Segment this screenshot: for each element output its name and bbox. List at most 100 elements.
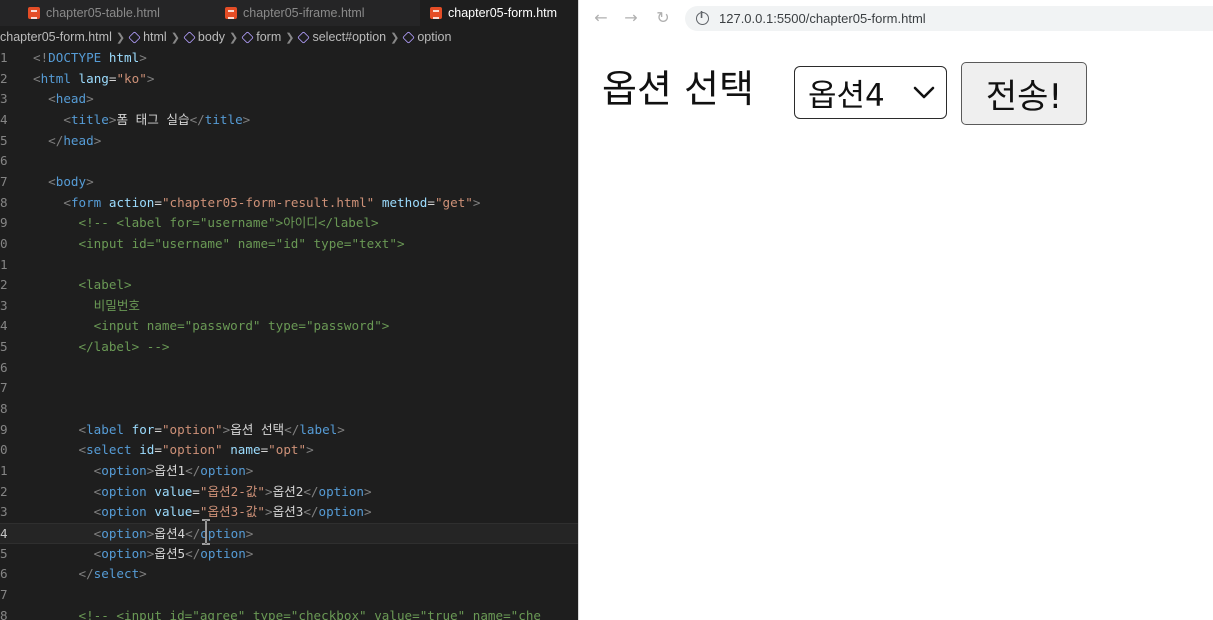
code-line[interactable]: 8 <form action="chapter05-form-result.ht… xyxy=(0,193,578,214)
code-line[interactable]: 7 xyxy=(0,378,578,399)
code-line[interactable]: 6 xyxy=(0,358,578,379)
code-line[interactable]: 1 <option>옵션1</option> xyxy=(0,461,578,482)
code-line[interactable]: 6 xyxy=(0,151,578,172)
chevron-right-icon: ❯ xyxy=(229,31,239,44)
code-text: <!-- <label for="username">아이디</label> xyxy=(33,213,379,234)
code-line[interactable]: 2 <label> xyxy=(0,275,578,296)
tab-chapter05-form[interactable]: chapter05-form.htm xyxy=(420,0,578,26)
code-text: <head> xyxy=(33,89,94,110)
code-token: form xyxy=(70,194,102,210)
breadcrumb-option[interactable]: option xyxy=(402,30,451,44)
forward-arrow-icon[interactable]: → xyxy=(621,8,641,28)
back-arrow-icon[interactable]: ← xyxy=(591,8,611,28)
code-token: action xyxy=(108,194,155,210)
code-line[interactable]: 1 <!DOCTYPE html> xyxy=(0,48,578,69)
code-line[interactable]: 3 <head> xyxy=(0,89,578,110)
code-line[interactable]: 3 <option value="옵션3-값">옵션3</option> xyxy=(0,502,578,523)
line-number: 2 xyxy=(0,277,8,293)
breadcrumb-form[interactable]: form xyxy=(241,30,281,44)
code-token: body xyxy=(55,173,87,189)
chevron-down-icon xyxy=(913,86,935,99)
code-token: 옵션 선택 xyxy=(230,421,285,437)
tab-label: chapter05-iframe.html xyxy=(243,6,365,20)
code-token: "ko" xyxy=(116,70,147,86)
line-number: 6 xyxy=(0,153,8,169)
option-label[interactable]: 옵션 선택 xyxy=(602,61,754,117)
html-file-icon xyxy=(225,7,237,19)
code-line[interactable]: 9 <!-- <label for="username">아이디</label> xyxy=(0,213,578,234)
element-icon xyxy=(128,30,141,44)
site-info-icon[interactable] xyxy=(696,11,709,25)
address-bar[interactable]: 127.0.0.1:5500/chapter05-form.html xyxy=(685,6,1213,31)
code-token: label xyxy=(86,421,125,437)
code-line[interactable]: 2 <option value="옵션2-값">옵션2</option> xyxy=(0,482,578,503)
code-token: < xyxy=(63,111,71,127)
code-token: for xyxy=(131,421,155,437)
line-number: 0 xyxy=(0,442,8,458)
code-token: "옵션2-값" xyxy=(199,483,265,499)
code-token: "option" xyxy=(161,442,223,458)
code-line[interactable]: 1 xyxy=(0,255,578,276)
code-token: option xyxy=(101,504,147,520)
code-token: = xyxy=(427,194,435,210)
reload-icon[interactable]: ↻ xyxy=(653,8,673,28)
code-line[interactable]: 5 <option>옵션5</option> xyxy=(0,544,578,565)
code-line[interactable]: 6 </select> xyxy=(0,564,578,585)
code-line[interactable]: 8 xyxy=(0,399,578,420)
breadcrumb-file[interactable]: chapter05-form.html xyxy=(0,30,112,44)
code-line[interactable]: 7 xyxy=(0,585,578,606)
line-number: 9 xyxy=(0,421,8,437)
code-token: = xyxy=(154,194,162,210)
code-token: method xyxy=(381,194,428,210)
code-area[interactable]: 1 <!DOCTYPE html> 2 <html lang="ko"> 3 <head… xyxy=(0,48,578,620)
breadcrumb-body[interactable]: body xyxy=(183,30,225,44)
code-token: 옵션5 xyxy=(154,545,186,561)
code-token: select xyxy=(86,442,132,458)
code-line[interactable]: 4 <input name="password" type="password"… xyxy=(0,316,578,337)
code-editor[interactable]: chapter05-table.html chapter05-iframe.ht… xyxy=(0,0,578,620)
code-token: < xyxy=(78,442,87,458)
line-number: 5 xyxy=(0,545,8,561)
code-token: < xyxy=(63,194,71,210)
code-line[interactable]: 0 <select id="option" name="opt"> xyxy=(0,440,578,461)
code-token: > xyxy=(364,504,372,520)
code-token: > xyxy=(86,91,94,107)
breadcrumb-html[interactable]: html xyxy=(128,30,167,44)
browser-toolbar: ← → ↻ 127.0.0.1:5500/chapter05-form.html xyxy=(579,0,1213,36)
code-token: "opt" xyxy=(268,442,307,458)
code-token: </ xyxy=(189,111,205,127)
line-number: 2 xyxy=(0,483,8,499)
code-line[interactable]: 4 <title>폼 태그 실습</title> xyxy=(0,110,578,131)
line-number: 7 xyxy=(0,173,8,189)
submit-button[interactable]: 전송! xyxy=(961,62,1087,125)
line-number: 8 xyxy=(0,401,8,417)
code-line[interactable]: 7 <body> xyxy=(0,172,578,193)
code-line[interactable]: 2 <html lang="ko"> xyxy=(0,69,578,90)
code-token: 옵션4 xyxy=(154,525,186,541)
code-line[interactable]: 9 <label for="option">옵션 선택</label> xyxy=(0,420,578,441)
code-token: option xyxy=(318,483,365,499)
tab-chapter05-iframe[interactable]: chapter05-iframe.html xyxy=(225,0,365,26)
code-line[interactable]: 5 </label> --> xyxy=(0,337,578,358)
code-line[interactable]: 3 비밀번호 xyxy=(0,296,578,317)
code-token: < xyxy=(78,421,87,437)
code-line[interactable]: 0 <input id="username" name="id" type="t… xyxy=(0,234,578,255)
code-line[interactable]: 5 </head> xyxy=(0,131,578,152)
code-token: "옵션3-값" xyxy=(199,504,265,520)
tab-chapter05-table[interactable]: chapter05-table.html xyxy=(28,0,160,26)
option-select[interactable]: 옵션4 xyxy=(794,66,947,119)
breadcrumb: chapter05-form.html ❯ html ❯ body ❯ form… xyxy=(0,26,578,48)
code-line[interactable]: 8 <!-- <input id="agree" type="checkbox"… xyxy=(0,606,578,620)
breadcrumb-select[interactable]: select#option xyxy=(297,30,386,44)
code-line[interactable]: 4 <option>옵션4</option> xyxy=(0,522,578,544)
code-token: label xyxy=(299,421,338,437)
code-token: 비밀번호 xyxy=(93,297,141,313)
line-number: 8 xyxy=(0,607,8,620)
